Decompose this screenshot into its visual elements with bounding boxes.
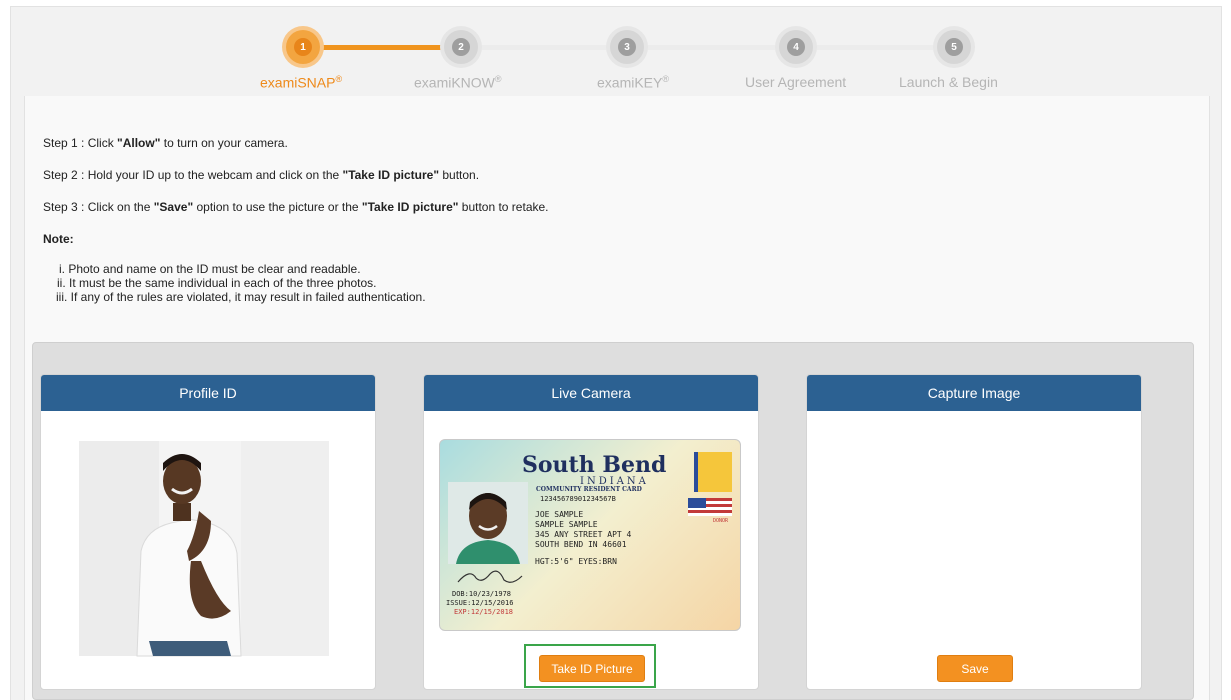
id-name-1: JOE SAMPLE xyxy=(535,510,584,519)
id-address-1: 345 ANY STREET APT 4 xyxy=(535,530,632,539)
registered-mark: ® xyxy=(494,74,502,84)
id-address-2: SOUTH BEND IN 46601 xyxy=(535,540,627,549)
step-2-number: 2 xyxy=(452,38,470,56)
id-number: 12345678901234567B xyxy=(540,495,616,503)
registered-mark: ® xyxy=(662,74,669,84)
id-signature xyxy=(457,570,523,583)
rule-item: iii. If any of the rules are violated, i… xyxy=(56,290,426,304)
rule-item: ii. It must be the same individual in ea… xyxy=(57,276,377,290)
id-name-2: SAMPLE SAMPLE xyxy=(535,520,598,529)
instruction-step-1: Step 1 : Click "Allow" to turn on your c… xyxy=(43,136,288,150)
step-3-label: examiKEY® xyxy=(597,74,669,91)
step-2-label: examiKNOW® xyxy=(414,74,502,91)
live-camera-header: Live Camera xyxy=(424,375,758,411)
profile-photo xyxy=(79,441,329,657)
id-photo xyxy=(448,482,528,564)
id-city: South Bend xyxy=(522,452,667,478)
id-flag xyxy=(688,498,732,516)
id-card-preview: South Bend INDIANA COMMUNITY RESIDENT CA… xyxy=(439,439,741,631)
id-card-type: COMMUNITY RESIDENT CARD xyxy=(536,486,642,493)
id-issue: ISSUE:12/15/2016 xyxy=(446,599,514,607)
rules-list: i. Photo and name on the ID must be clea… xyxy=(56,262,426,304)
button-highlight-box xyxy=(524,644,656,688)
step-1-number: 1 xyxy=(294,38,312,56)
save-button[interactable]: Save xyxy=(937,655,1013,682)
id-dob: DOB:10/23/1978 xyxy=(452,590,512,598)
registered-mark: ® xyxy=(335,74,343,84)
step-1-label: examiSNAP® xyxy=(260,74,343,91)
capture-image-card: Capture Image Save xyxy=(806,374,1142,690)
id-seal xyxy=(694,452,732,492)
step-3-marker: 3 xyxy=(597,30,657,64)
id-physical: HGT:5'6" EYES:BRN xyxy=(535,557,617,566)
instruction-step-2: Step 2 : Hold your ID up to the webcam a… xyxy=(43,168,480,182)
step-5-number: 5 xyxy=(945,38,963,56)
note-label: Note: xyxy=(43,232,74,246)
step-4-number: 4 xyxy=(787,38,805,56)
rule-item: i. Photo and name on the ID must be clea… xyxy=(59,262,361,276)
profile-id-card: Profile ID xyxy=(40,374,376,690)
step-5-marker: 5 xyxy=(924,30,984,64)
step-4-label: User Agreement xyxy=(745,74,847,90)
profile-id-header: Profile ID xyxy=(41,375,375,411)
step-5-label: Launch & Begin xyxy=(899,74,998,90)
id-donor: DONOR xyxy=(712,518,728,524)
id-exp: EXP:12/15/2018 xyxy=(454,608,514,616)
progress-track-remaining xyxy=(461,45,955,50)
capture-image-header: Capture Image xyxy=(807,375,1141,411)
live-camera-card: Live Camera South Bend INDIANA COMMUNITY… xyxy=(423,374,759,690)
instruction-step-3: Step 3 : Click on the "Save" option to u… xyxy=(43,200,549,214)
step-3-number: 3 xyxy=(618,38,636,56)
step-4-marker: 4 xyxy=(766,30,826,64)
step-1-marker: 1 xyxy=(273,30,333,64)
step-2-marker: 2 xyxy=(431,30,491,64)
